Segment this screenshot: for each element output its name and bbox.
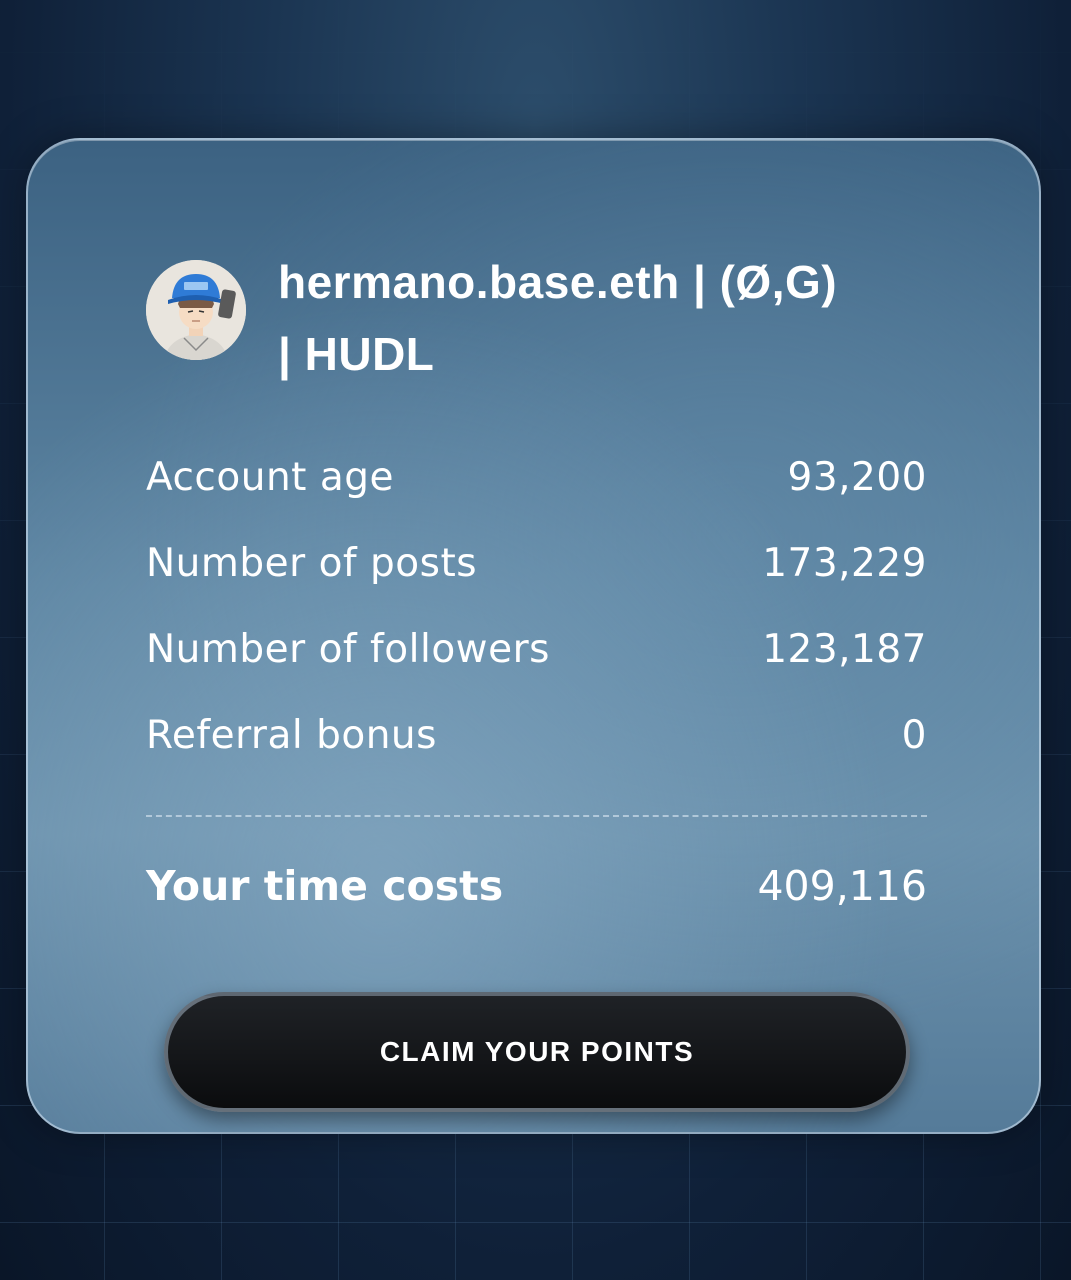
total-label: Your time costs <box>146 862 504 910</box>
stat-value: 0 <box>901 712 927 758</box>
total-value: 409,116 <box>757 862 927 910</box>
claim-points-button[interactable]: CLAIM YOUR POINTS <box>164 992 910 1112</box>
stat-row-number-of-posts: Number of posts 173,229 <box>146 520 927 606</box>
stat-value: 173,229 <box>762 540 927 586</box>
stat-row-number-of-followers: Number of followers 123,187 <box>146 606 927 692</box>
dashed-divider <box>146 815 927 817</box>
stat-label: Number of followers <box>146 626 550 672</box>
stats-list: Account age 93,200 Number of posts 173,2… <box>146 434 927 778</box>
stat-label: Account age <box>146 454 395 500</box>
profile-header: hermano.base.eth | (Ø,G) | HUDL <box>146 246 979 390</box>
stat-value: 123,187 <box>762 626 927 672</box>
avatar <box>146 260 246 360</box>
stat-value: 93,200 <box>787 454 927 500</box>
stat-label: Number of posts <box>146 540 478 586</box>
points-card: hermano.base.eth | (Ø,G) | HUDL Account … <box>26 138 1041 1134</box>
stat-label: Referral bonus <box>146 712 437 758</box>
stat-row-account-age: Account age 93,200 <box>146 434 927 520</box>
username: hermano.base.eth | (Ø,G) | HUDL <box>278 256 838 380</box>
stat-row-referral-bonus: Referral bonus 0 <box>146 692 927 778</box>
total-row: Your time costs 409,116 <box>146 862 927 910</box>
